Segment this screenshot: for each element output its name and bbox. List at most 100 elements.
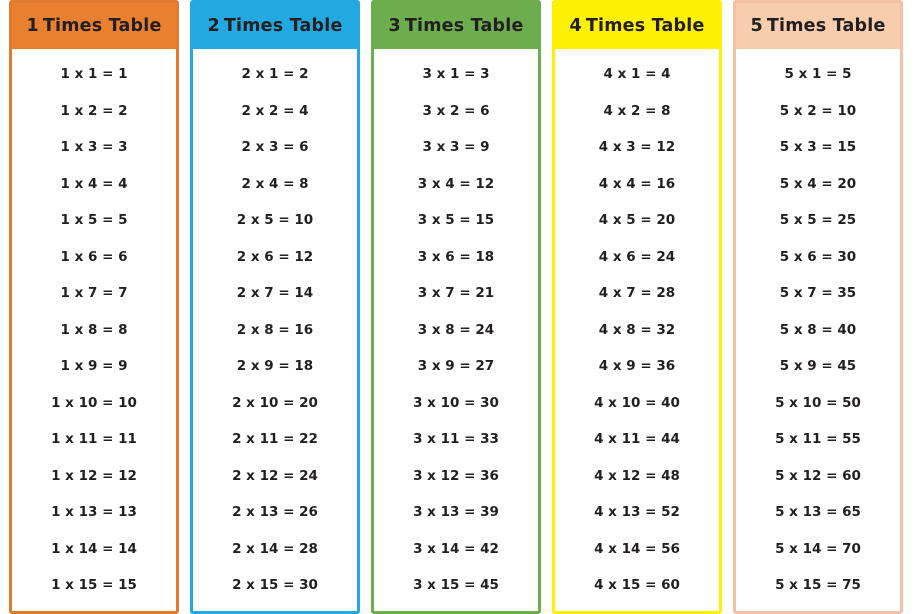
times-table-row: 2 x 12 = 24 [232,467,318,484]
times-table-row: 4 x 1 = 4 [603,66,671,82]
times-table-header-4: 4 Times Table [555,3,719,49]
times-table-row: 1 x 15 = 15 [51,577,137,593]
times-table-row: 3 x 4 = 12 [417,175,495,192]
times-table-row: 5 x 3 = 15 [779,139,857,155]
times-table-row: 3 x 1 = 3 [422,66,490,82]
times-table-body-5: 5 x 1 = 5 5 x 2 = 10 5 x 3 = 15 5 x 4 = 20 5… [736,49,900,611]
times-table-row: 1 x 9 = 9 [60,358,128,374]
times-table-row: 4 x 15 = 60 [594,577,680,593]
times-table-row: 4 x 12 = 48 [594,467,680,484]
times-table-row: 1 x 12 = 12 [51,467,137,484]
times-table-header-number: 4 [569,16,582,36]
times-table-row: 4 x 4 = 16 [598,175,676,192]
times-table-header-number: 2 [207,16,220,36]
times-table-row: 2 x 15 = 30 [232,577,318,593]
times-table-row: 3 x 10 = 30 [413,394,499,411]
times-table-row: 5 x 2 = 10 [779,102,857,119]
times-table-row: 4 x 2 = 8 [603,102,671,119]
times-table-row: 1 x 6 = 6 [60,248,128,265]
times-table-row: 3 x 2 = 6 [422,102,490,119]
times-table-row: 2 x 1 = 2 [241,66,309,82]
times-table-row: 4 x 3 = 12 [598,139,676,155]
times-table-row: 5 x 8 = 40 [779,321,857,338]
times-table-row: 1 x 5 = 5 [60,212,128,228]
times-table-row: 3 x 5 = 15 [417,212,495,228]
times-table-row: 1 x 8 = 8 [60,321,128,338]
times-table-header-number: 5 [750,16,763,36]
times-table-row: 2 x 8 = 16 [236,321,314,338]
times-table-body-2: 2 x 1 = 2 2 x 2 = 4 2 x 3 = 6 2 x 4 = 8 2 x … [193,49,357,611]
times-table-header-5: 5 Times Table [736,3,900,49]
times-table-row: 5 x 4 = 20 [779,175,857,192]
times-table-header-label: Times Table [223,16,343,36]
times-table-row: 2 x 13 = 26 [232,504,318,520]
times-table-row: 2 x 2 = 4 [241,102,309,119]
times-table-row: 2 x 3 = 6 [241,139,309,155]
times-table-row: 5 x 6 = 30 [779,248,857,265]
times-table-header-label: Times Table [42,16,162,36]
times-table-card-2: 2 Times Table 2 x 1 = 22 x 2 = 42 x 3 = 62… [190,0,360,614]
times-table-row: 2 x 11 = 22 [232,431,318,447]
times-table-row: 4 x 7 = 28 [598,285,676,301]
times-table-row: 4 x 14 = 56 [594,540,680,557]
times-table-row: 4 x 11 = 44 [594,431,680,447]
times-table-row: 3 x 6 = 18 [417,248,495,265]
times-table-row: 1 x 13 = 13 [51,504,137,520]
times-table-header-number: 1 [26,16,39,36]
times-table-row: 5 x 13 = 65 [775,504,861,520]
times-table-body-3: 3 x 1 = 3 3 x 2 = 6 3 x 3 = 9 3 x 4 = 12 3 x… [374,49,538,611]
times-table-card-4: 4 Times Table 4 x 1 = 4 4 x 2 = 8 4 x 3 = 12… [552,0,722,614]
times-table-header-3: 3 Times Table [374,3,538,49]
times-table-row: 1 x 2 = 2 [60,102,128,119]
times-table-row: 5 x 7 = 35 [779,285,857,301]
times-table-row: 1 x 10 = 10 [51,394,137,411]
times-table-row: 5 x 9 = 45 [779,358,857,374]
times-table-row: 5 x 14 = 70 [775,540,861,557]
times-table-row: 3 x 15 = 45 [413,577,499,593]
times-table-row: 1 x 11 = 11 [51,431,137,447]
times-tables-board: 1 Times Table 1 x 1 = 11 x 2 = 21 x 3 = 31… [0,0,919,614]
times-table-row: 4 x 5 = 20 [598,212,676,228]
times-table-row: 2 x 10 = 20 [232,394,318,411]
times-table-row: 5 x 10 = 50 [775,394,861,411]
times-table-row: 2 x 5 = 10 [236,212,314,228]
times-table-row: 3 x 11 = 33 [413,431,499,447]
times-table-row: 3 x 3 = 9 [422,139,490,155]
times-table-row: 3 x 13 = 39 [413,504,499,520]
times-table-row: 3 x 14 = 42 [413,540,499,557]
times-table-header-number: 3 [388,16,401,36]
times-table-card-3: 3 Times Table 3 x 1 = 33 x 2 = 63 x 3 = 93… [371,0,541,614]
times-table-card-1: 1 Times Table 1 x 1 = 11 x 2 = 21 x 3 = 31… [9,0,179,614]
times-table-header-label: Times Table [766,16,886,36]
times-table-row: 5 x 15 = 75 [775,577,861,593]
times-table-body-1: 1 x 1 = 1 1 x 2 = 2 1 x 3 = 3 1 x 4 = 4 1 x … [12,49,176,611]
times-table-row: 2 x 6 = 12 [236,248,314,265]
times-table-row: 4 x 13 = 52 [594,504,680,520]
times-table-row: 2 x 4 = 8 [241,175,309,192]
times-table-header-2: 2 Times Table [193,3,357,49]
times-table-row: 2 x 9 = 18 [236,358,314,374]
times-table-row: 5 x 12 = 60 [775,467,861,484]
times-table-card-5: 5 Times Table 5 x 1 = 5 5 x 2 = 10 5 x 3 = 1… [733,0,903,614]
times-table-row: 3 x 9 = 27 [417,358,495,374]
times-table-header-label: Times Table [404,16,524,36]
times-table-row: 1 x 3 = 3 [60,139,128,155]
times-table-row: 4 x 9 = 36 [598,358,676,374]
times-table-header-label: Times Table [585,16,705,36]
times-table-body-4: 4 x 1 = 4 4 x 2 = 8 4 x 3 = 12 4 x 4 = 16 4 … [555,49,719,611]
times-table-row: 2 x 7 = 14 [236,285,314,301]
times-table-row: 1 x 14 = 14 [51,540,137,557]
times-table-header-1: 1 Times Table [12,3,176,49]
times-table-row: 5 x 11 = 55 [775,431,861,447]
times-table-row: 1 x 1 = 1 [60,66,128,82]
times-table-row: 4 x 8 = 32 [598,321,676,338]
times-table-row: 3 x 12 = 36 [413,467,499,484]
times-table-row: 3 x 7 = 21 [417,285,495,301]
times-table-row: 3 x 8 = 24 [417,321,495,338]
times-table-row: 1 x 4 = 4 [60,175,128,192]
times-table-row: 2 x 14 = 28 [232,540,318,557]
times-table-row: 1 x 7 = 7 [60,285,128,301]
times-table-row: 4 x 6 = 24 [598,248,676,265]
times-table-row: 5 x 1 = 5 [784,66,852,82]
times-table-row: 5 x 5 = 25 [779,212,857,228]
